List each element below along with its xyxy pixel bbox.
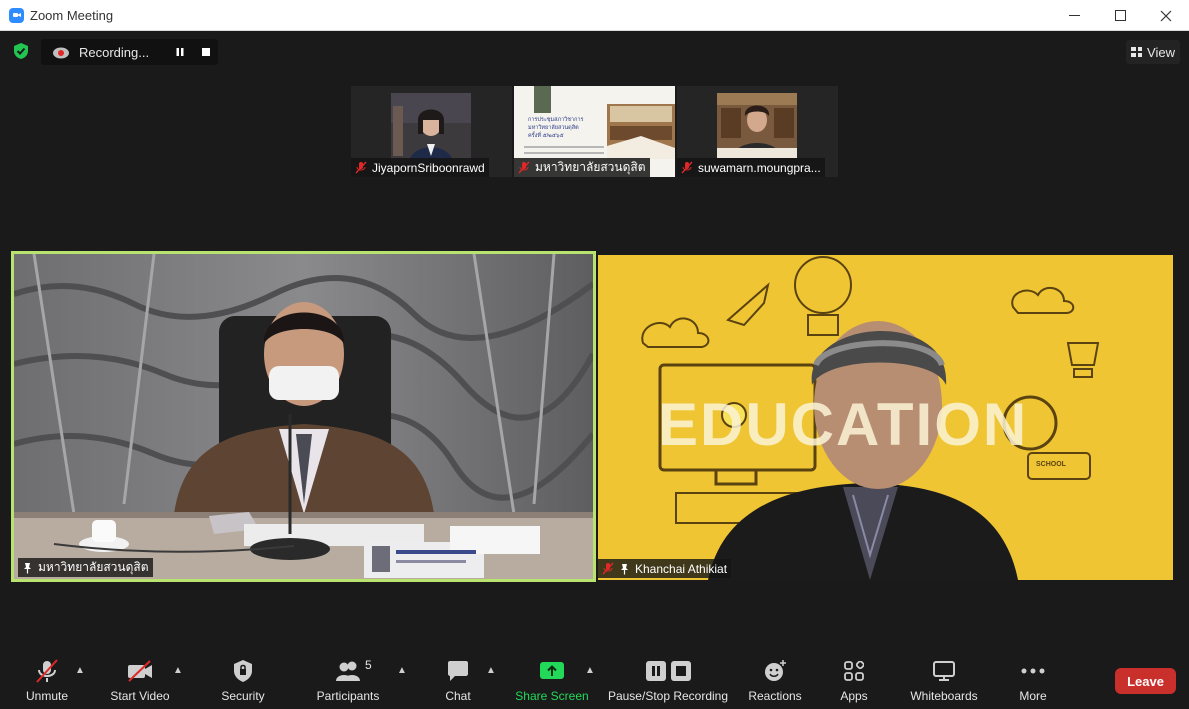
encryption-shield-icon[interactable] [12, 42, 30, 60]
zoom-window: Zoom Meeting Recording... View JiyapornS… [0, 0, 1189, 709]
leave-button[interactable]: Leave [1115, 668, 1176, 694]
tile-name-label: Khanchai Athikiat [598, 559, 732, 578]
thumbnail-name: suwamarn.moungpra... [698, 160, 821, 175]
pause-stop-recording-label: Pause/Stop Recording [607, 689, 729, 703]
mic-off-icon [36, 659, 58, 683]
muted-mic-icon [681, 161, 693, 174]
video-off-icon [128, 660, 152, 682]
tile-name: Khanchai Athikiat [635, 561, 728, 576]
thumbnail-name: มหาวิทยาลัยสวนดุสิต [535, 160, 646, 174]
chat-label: Chat [445, 689, 471, 703]
close-button[interactable] [1143, 0, 1189, 31]
minimize-button[interactable] [1051, 0, 1097, 31]
window-title: Zoom Meeting [30, 7, 114, 23]
share-screen-button[interactable]: Share Screen [514, 648, 590, 709]
meeting-toolbar: Unmute ▲ Start Video ▲ Security 5 Partic… [0, 648, 1189, 709]
apps-label: Apps [840, 689, 868, 703]
more-dots-icon [1021, 668, 1045, 674]
thumbnail-name: JiyapornSriboonrawd [372, 160, 485, 175]
thumbnail-name-label: JiyapornSriboonrawd [351, 158, 489, 177]
participants-count-badge: 5 [365, 658, 372, 672]
participant-thumbnail[interactable]: การประชุมสภาวิชาการ มหาวิทยาลัยสวนดุสิต … [514, 86, 675, 177]
muted-mic-icon [518, 161, 530, 174]
start-video-label: Start Video [110, 689, 170, 703]
chat-options-caret-icon[interactable]: ▲ [486, 665, 496, 676]
reactions-label: Reactions [748, 689, 802, 703]
tile-name: มหาวิทยาลัยสวนดุสิต [38, 560, 149, 574]
tile-name-label: มหาวิทยาลัยสวนดุสิต [18, 558, 153, 577]
thumbnail-name-label: suwamarn.moungpra... [677, 158, 825, 177]
thumbnail-name-label: มหาวิทยาลัยสวนดุสิต [514, 158, 650, 177]
maximize-icon [1114, 10, 1126, 21]
muted-mic-icon [602, 562, 614, 575]
video-options-caret-icon[interactable]: ▲ [173, 665, 183, 676]
close-icon [1160, 10, 1172, 21]
audio-options-caret-icon[interactable]: ▲ [75, 665, 85, 676]
apps-icon [844, 661, 864, 681]
recording-indicator: Recording... [41, 39, 218, 65]
chat-button[interactable]: Chat [438, 648, 478, 709]
maximize-button[interactable] [1097, 0, 1143, 31]
whiteboards-button[interactable]: Whiteboards [905, 648, 983, 709]
slide-line: ครั้งที่ ๕/๒๕๖๕ [528, 133, 564, 139]
title-bar: Zoom Meeting [0, 0, 1189, 31]
whiteboard-icon [933, 661, 955, 681]
security-label: Security [221, 689, 265, 703]
share-screen-label: Share Screen [515, 689, 589, 703]
slide-line: การประชุมสภาวิชาการ [528, 117, 584, 123]
slide-line: มหาวิทยาลัยสวนดุสิต [528, 125, 579, 131]
pause-recording-icon [645, 661, 666, 681]
participant-thumbnail[interactable]: JiyapornSriboonrawd [351, 86, 512, 177]
active-speaker-tile[interactable]: มหาวิทยาลัยสวนดุสิต [11, 251, 596, 582]
participant-thumbnail[interactable]: suwamarn.moungpra... [677, 86, 838, 177]
gallery-grid-icon [1131, 47, 1143, 57]
unmute-label: Unmute [25, 689, 69, 703]
participants-button[interactable]: 5 Participants [314, 648, 382, 709]
cloud-recording-icon [53, 47, 69, 59]
apps-button[interactable]: Apps [836, 648, 872, 709]
background-education-text: EDUCATION [658, 391, 1029, 458]
more-label: More [1019, 689, 1047, 703]
share-options-caret-icon[interactable]: ▲ [585, 665, 595, 676]
pause-recording-icon[interactable] [175, 47, 185, 57]
participants-label: Participants [316, 689, 380, 703]
view-label: View [1147, 44, 1175, 60]
security-shield-icon [234, 660, 252, 682]
pin-icon [24, 562, 31, 573]
whiteboards-label: Whiteboards [910, 689, 978, 703]
participant-tile[interactable]: EDUCATION SCHOOL Khanchai Athikiat [598, 255, 1173, 580]
minimize-icon [1068, 14, 1080, 16]
muted-mic-icon [355, 161, 367, 174]
share-screen-icon [540, 662, 564, 679]
pause-stop-recording-button[interactable]: Pause/Stop Recording [606, 648, 730, 709]
reactions-button[interactable]: Reactions [746, 648, 804, 709]
view-button[interactable]: View [1126, 40, 1180, 64]
zoom-app-icon [9, 7, 24, 23]
pin-icon [621, 563, 628, 574]
security-button[interactable]: Security [216, 648, 270, 709]
participants-icon [336, 661, 360, 681]
stop-recording-icon[interactable] [201, 47, 211, 57]
background-school-text: SCHOOL [1036, 461, 1066, 468]
more-button[interactable]: More [1015, 648, 1051, 709]
reactions-emoji-icon [765, 660, 786, 681]
unmute-button[interactable]: Unmute [18, 648, 76, 709]
start-video-button[interactable]: Start Video [106, 648, 174, 709]
recording-label: Recording... [79, 44, 150, 60]
stop-recording-icon [670, 661, 691, 681]
participant-video [14, 254, 593, 579]
slide-text: การประชุมสภาวิชาการ มหาวิทยาลัยสวนดุสิต … [528, 116, 608, 140]
participants-options-caret-icon[interactable]: ▲ [397, 665, 407, 676]
chat-icon [448, 661, 468, 681]
